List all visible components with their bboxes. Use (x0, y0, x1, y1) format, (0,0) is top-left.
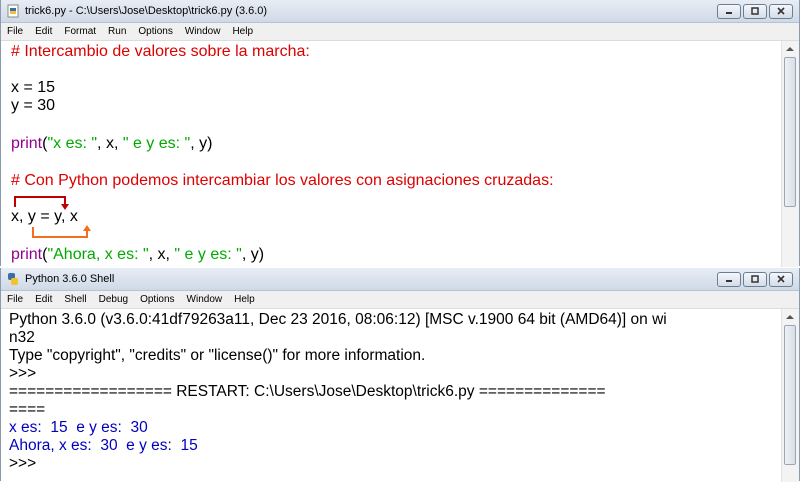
shell-text-area[interactable]: Python 3.6.0 (v3.6.0:41df79263a11, Dec 2… (1, 309, 799, 482)
shell-menubar: File Edit Shell Debug Options Window Hel… (1, 291, 799, 309)
python-logo-icon (8, 273, 18, 285)
menu-help[interactable]: Help (228, 294, 261, 305)
minimize-button[interactable] (717, 3, 741, 19)
menu-shell[interactable]: Shell (58, 294, 92, 305)
editor-titlebar[interactable]: trick6.py - C:\Users\Jose\Desktop\trick6… (1, 0, 799, 23)
python-file-icon (7, 4, 19, 18)
close-button[interactable] (769, 3, 793, 19)
code-print-2: print("Ahora, x es: ", x, " e y es: ", y… (11, 246, 265, 263)
shell-scroll-thumb[interactable] (784, 325, 796, 465)
menu-options[interactable]: Options (134, 294, 180, 305)
editor-text-area[interactable]: # Intercambio de valores sobre la marcha… (1, 41, 799, 267)
swap-arrow-bottom (32, 225, 91, 238)
shell-scrollbar[interactable] (781, 309, 799, 482)
shell-banner-line-3: Type "copyright", "credits" or "license(… (9, 347, 426, 364)
close-icon (777, 7, 785, 15)
shell-banner-line-2: n32 (9, 329, 35, 346)
menu-edit[interactable]: Edit (29, 294, 58, 305)
maximize-icon (751, 275, 759, 283)
code-comment-2: # Con Python podemos intercambiar los va… (11, 172, 554, 189)
shell-restart-line: ================== RESTART: C:\Users\Jos… (9, 383, 606, 400)
maximize-icon (751, 7, 759, 15)
shell-banner-line-1: Python 3.6.0 (v3.6.0:41df79263a11, Dec 2… (9, 311, 667, 328)
close-icon (777, 275, 785, 283)
menu-window[interactable]: Window (179, 26, 227, 37)
menu-format[interactable]: Format (58, 26, 102, 37)
shell-titlebar[interactable]: Python 3.6.0 Shell (1, 268, 799, 291)
menu-window[interactable]: Window (181, 294, 229, 305)
menu-edit[interactable]: Edit (29, 26, 58, 37)
code-print-1: print("x es: ", x, " e y es: ", y) (11, 135, 213, 152)
shell-output-line-1: x es: 15 e y es: 30 (9, 419, 148, 436)
editor-scroll-thumb[interactable] (784, 57, 796, 207)
arrow-up-icon (786, 46, 794, 51)
editor-scrollbar[interactable] (781, 41, 799, 267)
menu-debug[interactable]: Debug (93, 294, 134, 305)
menu-help[interactable]: Help (226, 26, 259, 37)
code-swap: x, y = y, x (11, 208, 78, 225)
arrow-up-icon (786, 314, 794, 319)
editor-menubar: File Edit Format Run Options Window Help (1, 23, 799, 41)
maximize-button[interactable] (743, 271, 767, 287)
menu-run[interactable]: Run (102, 26, 132, 37)
shell-prompt-1: >>> (9, 365, 41, 382)
menu-file[interactable]: File (1, 294, 29, 305)
code-comment-1: # Intercambio de valores sobre la marcha… (11, 43, 310, 60)
close-button[interactable] (769, 271, 793, 287)
code-y-assign: y = 30 (11, 97, 56, 114)
minimize-icon (726, 280, 732, 282)
menu-options[interactable]: Options (132, 26, 178, 37)
shell-output-line-2: Ahora, x es: 30 e y es: 15 (9, 437, 198, 454)
shell-prompt-2[interactable]: >>> (9, 455, 40, 473)
editor-window: trick6.py - C:\Users\Jose\Desktop\trick6… (0, 0, 800, 267)
shell-title: Python 3.6.0 Shell (25, 273, 115, 285)
maximize-button[interactable] (743, 3, 767, 19)
menu-file[interactable]: File (1, 26, 29, 37)
shell-window: Python 3.6.0 Shell File Edit Shell Debug… (0, 268, 800, 482)
code-x-assign: x = 15 (11, 79, 56, 96)
minimize-icon (726, 12, 732, 14)
editor-title: trick6.py - C:\Users\Jose\Desktop\trick6… (25, 5, 268, 17)
scroll-up-button[interactable] (782, 41, 798, 56)
minimize-button[interactable] (717, 271, 741, 287)
scroll-up-button[interactable] (782, 309, 798, 324)
shell-restart-line-wrap: ==== (9, 401, 46, 418)
